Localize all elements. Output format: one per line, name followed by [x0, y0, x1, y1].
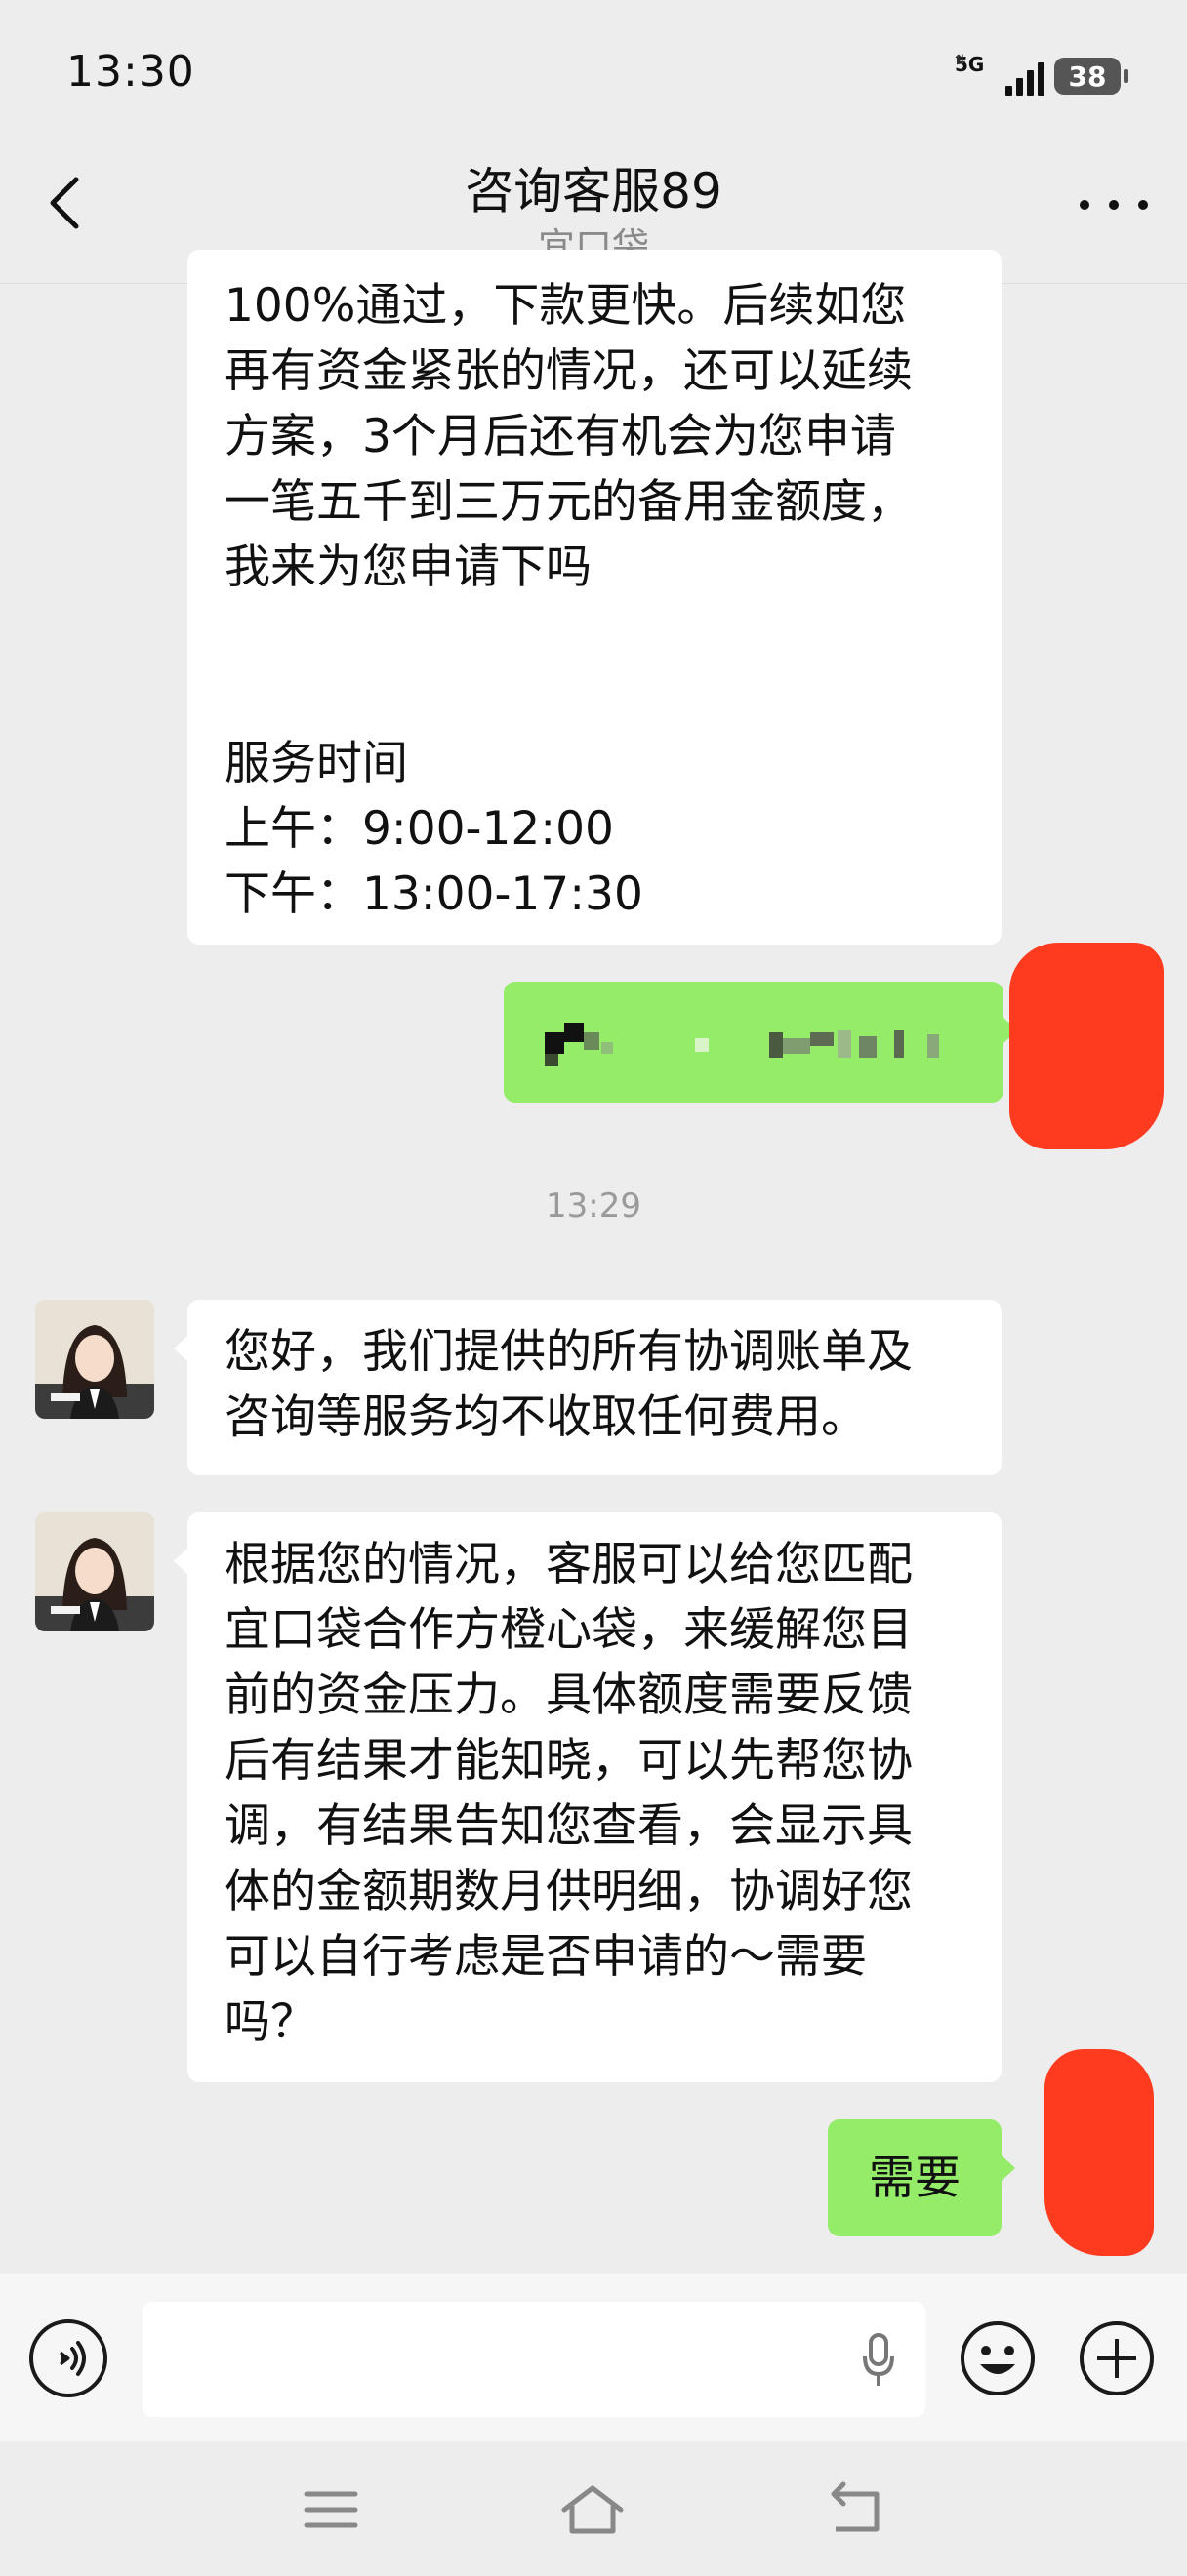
- message-text: 需要: [869, 2151, 961, 2205]
- more-functions-button[interactable]: [1078, 2319, 1156, 2397]
- status-time: 13:30: [66, 47, 195, 97]
- message-line: 后有结果才能知晓，可以先帮您协: [225, 1734, 913, 1788]
- nav-back-button[interactable]: [822, 2480, 890, 2539]
- message-line: 调，有结果告知您查看，会显示具: [225, 1799, 913, 1853]
- signal-icon: [1005, 57, 1044, 96]
- message-line: 上午：9:00-12:00: [225, 802, 614, 856]
- pixelated-content: [545, 1023, 939, 1066]
- message-bubble-incoming[interactable]: 您好，我们提供的所有协调账单及 咨询等服务均不收取任何费用。: [174, 1300, 1002, 1475]
- message-line: 根据您的情况，客服可以给您匹配: [225, 1538, 913, 1591]
- message-bubble-outgoing[interactable]: 需要: [828, 2119, 1015, 2236]
- message-line: 100%通过，下款更快。后续如您: [225, 279, 907, 333]
- message-line: 我来为您申请下吗: [225, 541, 592, 594]
- nav-menu-button[interactable]: [297, 2480, 365, 2539]
- message-line: 下午：13:00-17:30: [225, 867, 643, 921]
- bubble-tail: [1001, 2154, 1015, 2182]
- message-bubble-incoming[interactable]: 根据您的情况，客服可以给您匹配 宜口袋合作方橙心袋，来缓解您目 前的资金压力。具…: [174, 1512, 1002, 2082]
- home-icon: [561, 2485, 624, 2534]
- status-icons: 5G ⇅ 38: [955, 53, 1128, 100]
- emoji-button[interactable]: [959, 2319, 1037, 2397]
- message-line: 体的金额期数月供明细，协调好您: [225, 1865, 913, 1918]
- chat-input-bar: [0, 2274, 1187, 2442]
- message-line: 咨询等服务均不收取任何费用。: [225, 1390, 867, 1444]
- agent-avatar[interactable]: [35, 1300, 154, 1419]
- message-line: 您好，我们提供的所有协调账单及: [225, 1325, 913, 1379]
- message-line-blank: [225, 665, 964, 731]
- message-line: 一笔五千到三万元的备用金额度，: [225, 475, 913, 529]
- agent-avatar-illustration: [35, 1512, 154, 1631]
- battery-icon: 38: [1054, 58, 1128, 95]
- emoji-icon: [961, 2321, 1035, 2395]
- menu-icon: [304, 2491, 358, 2528]
- message-timestamp: 13:29: [546, 1187, 641, 1226]
- more-dots-icon: [1080, 200, 1089, 210]
- message-line: 服务时间: [225, 737, 408, 790]
- voice-wave-icon: [60, 2341, 86, 2376]
- nav-home-button[interactable]: [558, 2480, 627, 2539]
- plus-icon: [1080, 2321, 1154, 2395]
- message-bubble-incoming[interactable]: 100%通过，下款更快。后续如您 再有资金紧张的情况，还可以延续 方案，3个月后…: [187, 250, 1002, 945]
- battery-level: 38: [1068, 60, 1107, 93]
- microphone-icon[interactable]: [859, 2331, 898, 2390]
- redaction-scribble: [1044, 2049, 1154, 2256]
- message-line: 再有资金紧张的情况，还可以延续: [225, 344, 913, 398]
- message-line: 可以自行考虑是否申请的～需要: [225, 1930, 867, 1984]
- bubble-tail: [174, 1335, 188, 1362]
- message-line: 吗？: [225, 1995, 316, 2049]
- data-arrows-icon: ⇅: [955, 53, 966, 68]
- chat-title: 咨询客服89: [465, 163, 722, 220]
- redaction-scribble: [1009, 943, 1164, 1149]
- message-line: 前的资金压力。具体额度需要反馈: [225, 1669, 913, 1722]
- agent-avatar-illustration: [35, 1300, 154, 1419]
- bubble-tail: [174, 1548, 188, 1575]
- more-options-button[interactable]: [1080, 185, 1148, 224]
- agent-avatar[interactable]: [35, 1512, 154, 1631]
- message-bubble-outgoing-redacted[interactable]: [504, 982, 1017, 1103]
- message-line: 方案，3个月后还有机会为您申请: [225, 410, 896, 463]
- message-input[interactable]: [143, 2302, 925, 2417]
- status-bar: 13:30 5G ⇅ 38: [0, 0, 1187, 146]
- message-line: 宜口袋合作方橙心袋，来缓解您目: [225, 1603, 913, 1657]
- message-line-blank: [225, 600, 964, 665]
- system-nav-bar: [0, 2441, 1187, 2576]
- voice-input-button[interactable]: [29, 2319, 107, 2397]
- network-indicator: 5G ⇅: [955, 53, 996, 100]
- back-arrow-icon: [831, 2481, 880, 2532]
